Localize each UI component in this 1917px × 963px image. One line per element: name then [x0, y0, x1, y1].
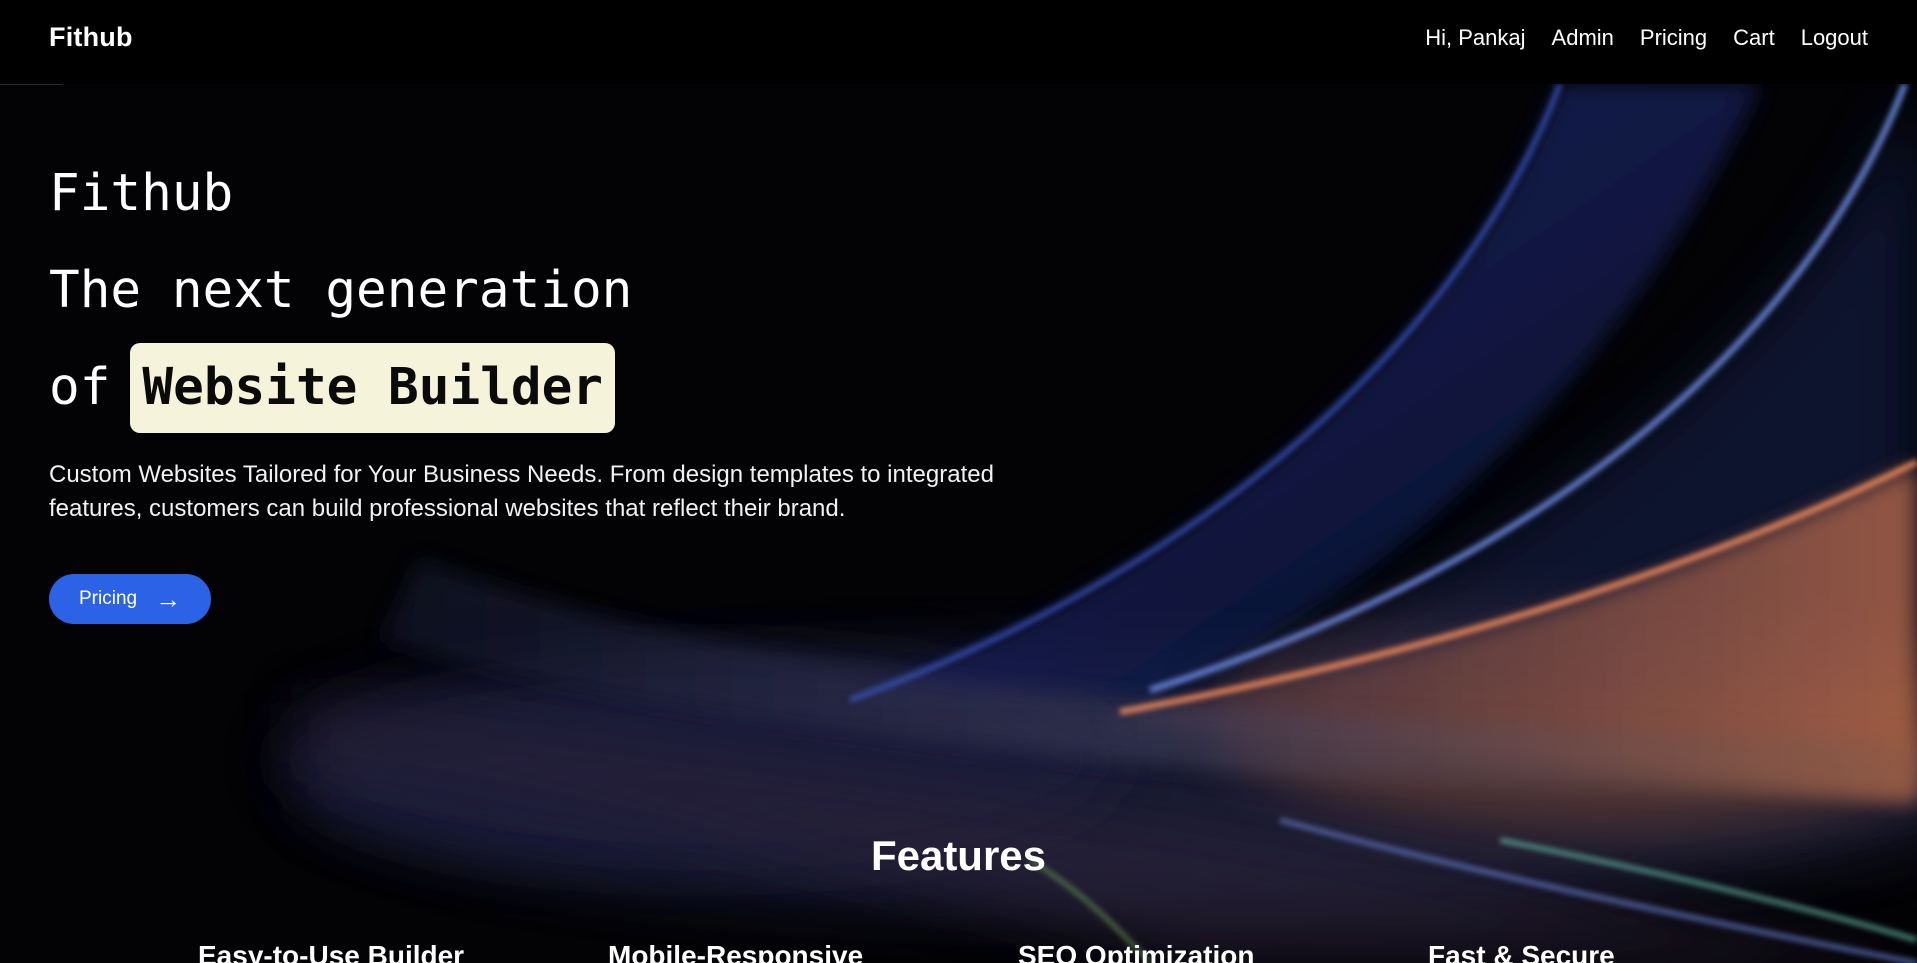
hero-headline-line-1: The next generation	[49, 261, 633, 320]
landing-page: Fithub Hi, Pankaj Admin Pricing Cart Log…	[0, 0, 1917, 963]
arrow-right-icon: →	[155, 584, 182, 614]
hero-headline-highlight: Website Builder	[130, 343, 615, 433]
brand-logo-link[interactable]: Fithub	[49, 22, 133, 53]
hero-section: Fithub The next generation of Website Bui…	[49, 145, 1149, 624]
hero-brand-heading: Fithub	[49, 164, 234, 223]
pricing-cta-label: Pricing	[79, 588, 138, 609]
hero-description: Custom Websites Tailored for Your Busine…	[49, 461, 994, 522]
hero-headline-line-2: of Website Builder	[49, 339, 1149, 436]
nav-greeting-link[interactable]: Hi, Pankaj	[1425, 25, 1525, 51]
top-navbar: Fithub Hi, Pankaj Admin Pricing Cart Log…	[0, 0, 1917, 84]
nav-cart-link[interactable]: Cart	[1733, 25, 1775, 51]
hero-headline-prefix: of	[49, 358, 111, 417]
nav-divider	[0, 84, 63, 85]
nav-admin-link[interactable]: Admin	[1552, 25, 1614, 51]
feature-item-responsive: Mobile-Responsive	[608, 940, 864, 963]
nav-links: Hi, Pankaj Admin Pricing Cart Logout	[1425, 25, 1868, 51]
pricing-cta-button[interactable]: Pricing →	[49, 574, 212, 624]
features-heading: Features	[870, 831, 1047, 879]
feature-item-secure: Fast & Secure	[1428, 940, 1615, 963]
nav-pricing-link[interactable]: Pricing	[1640, 25, 1707, 51]
nav-logout-link[interactable]: Logout	[1801, 25, 1868, 51]
features-list: Easy-to-Use Builder Mobile-Responsive SE…	[0, 940, 1917, 963]
feature-item-seo: SEO Optimization	[1018, 940, 1255, 963]
feature-item-builder: Easy-to-Use Builder	[198, 940, 465, 963]
